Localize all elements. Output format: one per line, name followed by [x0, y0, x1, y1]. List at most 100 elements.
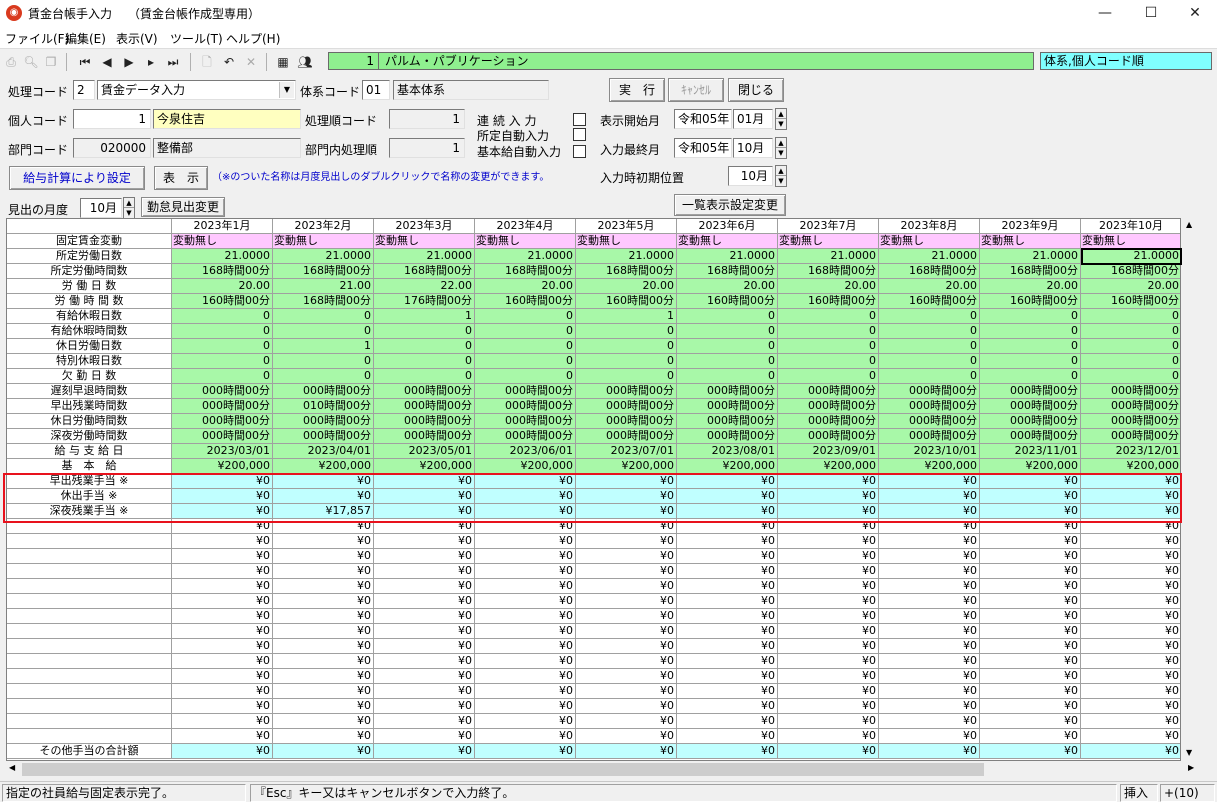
grid-cell[interactable]: ¥0	[172, 729, 273, 744]
grid-cell[interactable]: ¥0	[475, 534, 576, 549]
grid-cell[interactable]: 000時間00分	[980, 429, 1081, 444]
grid-cell[interactable]: 168時間00分	[475, 264, 576, 279]
grid-cell[interactable]: ¥0	[172, 639, 273, 654]
grid-cell[interactable]: 21.0000	[475, 249, 576, 264]
grid-cell[interactable]: 0	[677, 339, 778, 354]
grid-cell[interactable]: 000時間00分	[879, 384, 980, 399]
menu-view[interactable]: 表示(V)	[116, 30, 158, 47]
grid-cell[interactable]: 000時間00分	[677, 399, 778, 414]
grid-cell[interactable]: 0	[273, 369, 374, 384]
grid-cell[interactable]: 0	[475, 354, 576, 369]
grid-cell[interactable]: 000時間00分	[1081, 429, 1180, 444]
grid-cell[interactable]: ¥0	[475, 654, 576, 669]
grid-cell[interactable]: ¥0	[374, 594, 475, 609]
grid-cell[interactable]: 168時間00分	[980, 264, 1081, 279]
grid-cell[interactable]: 0	[172, 369, 273, 384]
list-settings-button[interactable]: 一覧表示設定変更	[674, 194, 786, 216]
system-code-field[interactable]: 01	[362, 80, 390, 100]
grid-cell[interactable]: 20.00	[778, 279, 879, 294]
grid-cell[interactable]: ¥0	[576, 729, 677, 744]
grid-cell[interactable]: 変動無し	[879, 234, 980, 249]
grid-cell[interactable]: 0	[475, 339, 576, 354]
grid-cell[interactable]: 0	[980, 309, 1081, 324]
grid-cell[interactable]: 0	[778, 339, 879, 354]
grid-cell[interactable]: ¥0	[778, 699, 879, 714]
grid-cell[interactable]: ¥200,000	[172, 459, 273, 474]
grid-cell[interactable]: ¥200,000	[576, 459, 677, 474]
grid-cell[interactable]: ¥0	[980, 744, 1081, 759]
grid-cell[interactable]: ¥0	[1081, 564, 1180, 579]
initial-pos-field[interactable]: 10月	[728, 166, 773, 186]
spin-down-icon[interactable]: ▼	[776, 176, 786, 186]
grid-cell[interactable]: 0	[374, 354, 475, 369]
grid-cell[interactable]: ¥0	[374, 639, 475, 654]
grid-cell[interactable]: ¥0	[475, 639, 576, 654]
grid-cell[interactable]: 0	[879, 324, 980, 339]
grid-cell[interactable]: 0	[374, 339, 475, 354]
grid-cell[interactable]: 20.00	[172, 279, 273, 294]
menu-file[interactable]: ファイル(F)	[5, 30, 69, 47]
grid-cell[interactable]: ¥0	[778, 714, 879, 729]
grid-cell[interactable]: 0	[980, 324, 1081, 339]
grid-cell[interactable]: 000時間00分	[778, 414, 879, 429]
grid-cell[interactable]: 20.00	[475, 279, 576, 294]
grid-cell[interactable]: ¥0	[576, 564, 677, 579]
menu-edit[interactable]: 編集(E)	[65, 30, 106, 47]
grid-cell[interactable]: 000時間00分	[172, 399, 273, 414]
month-header[interactable]: 2023年3月	[374, 219, 475, 234]
grid-cell[interactable]: ¥0	[172, 534, 273, 549]
grid-cell[interactable]: 160時間00分	[677, 294, 778, 309]
grid-cell[interactable]: ¥0	[172, 579, 273, 594]
grid-cell[interactable]: ¥0	[879, 639, 980, 654]
grid-cell[interactable]: ¥0	[374, 684, 475, 699]
calc-setting-button[interactable]: 給与計算により設定	[9, 166, 145, 190]
grid-cell[interactable]: 1	[576, 309, 677, 324]
grid-cell[interactable]: ¥0	[475, 729, 576, 744]
grid-cell[interactable]: ¥0	[273, 564, 374, 579]
grid-cell[interactable]: 0	[475, 369, 576, 384]
grid-cell[interactable]: ¥0	[980, 609, 1081, 624]
auto-base-checkbox[interactable]	[573, 145, 586, 158]
run-button[interactable]: 実 行	[609, 78, 665, 102]
grid-cell[interactable]: ¥0	[172, 564, 273, 579]
grid-cell[interactable]: 000時間00分	[475, 414, 576, 429]
grid-cell[interactable]: 000時間00分	[374, 414, 475, 429]
grid-cell[interactable]: ¥0	[778, 579, 879, 594]
grid-cell[interactable]: 0	[475, 324, 576, 339]
grid-cell[interactable]: ¥0	[374, 534, 475, 549]
grid-cell[interactable]: 20.00	[576, 279, 677, 294]
grid-cell[interactable]: 000時間00分	[980, 399, 1081, 414]
people-icon[interactable]: 👥︎	[296, 53, 314, 71]
grid-cell[interactable]: 20.00	[980, 279, 1081, 294]
grid-cell[interactable]: 0	[172, 309, 273, 324]
display-start-month-field[interactable]: 01月	[733, 109, 773, 129]
grid-cell[interactable]: ¥0	[374, 579, 475, 594]
grid-cell[interactable]: 0	[879, 354, 980, 369]
grid-cell[interactable]: ¥200,000	[980, 459, 1081, 474]
grid-cell[interactable]: ¥0	[172, 624, 273, 639]
grid-cell[interactable]: ¥0	[273, 684, 374, 699]
proc-select[interactable]: 賃金データ入力 ▼	[97, 80, 296, 100]
grid-cell[interactable]: ¥0	[677, 744, 778, 759]
grid-cell[interactable]: ¥0	[273, 534, 374, 549]
grid-cell[interactable]: ¥0	[576, 534, 677, 549]
grid-cell[interactable]: 0	[374, 324, 475, 339]
grid-cell[interactable]: ¥0	[677, 579, 778, 594]
grid-cell[interactable]: ¥0	[677, 699, 778, 714]
grid-cell[interactable]: 0	[374, 369, 475, 384]
grid-cell[interactable]: 0	[576, 369, 677, 384]
grid-cell[interactable]: 160時間00分	[475, 294, 576, 309]
grid-cell[interactable]: 000時間00分	[1081, 414, 1180, 429]
cancel-button[interactable]: ｷｬﾝｾﾙ	[668, 78, 724, 102]
grid-cell[interactable]: ¥0	[677, 609, 778, 624]
grid-cell[interactable]: 0	[778, 354, 879, 369]
grid-cell[interactable]: ¥0	[273, 699, 374, 714]
initial-pos-spinner[interactable]: ▲ ▼	[775, 165, 787, 187]
grid-cell[interactable]: ¥0	[677, 639, 778, 654]
grid-cell[interactable]: ¥0	[677, 654, 778, 669]
midashi-spinner[interactable]: ▲ ▼	[123, 197, 135, 219]
grid-cell[interactable]: ¥0	[1081, 714, 1180, 729]
input-last-era-field[interactable]: 令和05年	[674, 138, 732, 158]
grid-cell[interactable]: 0	[778, 324, 879, 339]
grid-cell[interactable]: ¥0	[374, 654, 475, 669]
